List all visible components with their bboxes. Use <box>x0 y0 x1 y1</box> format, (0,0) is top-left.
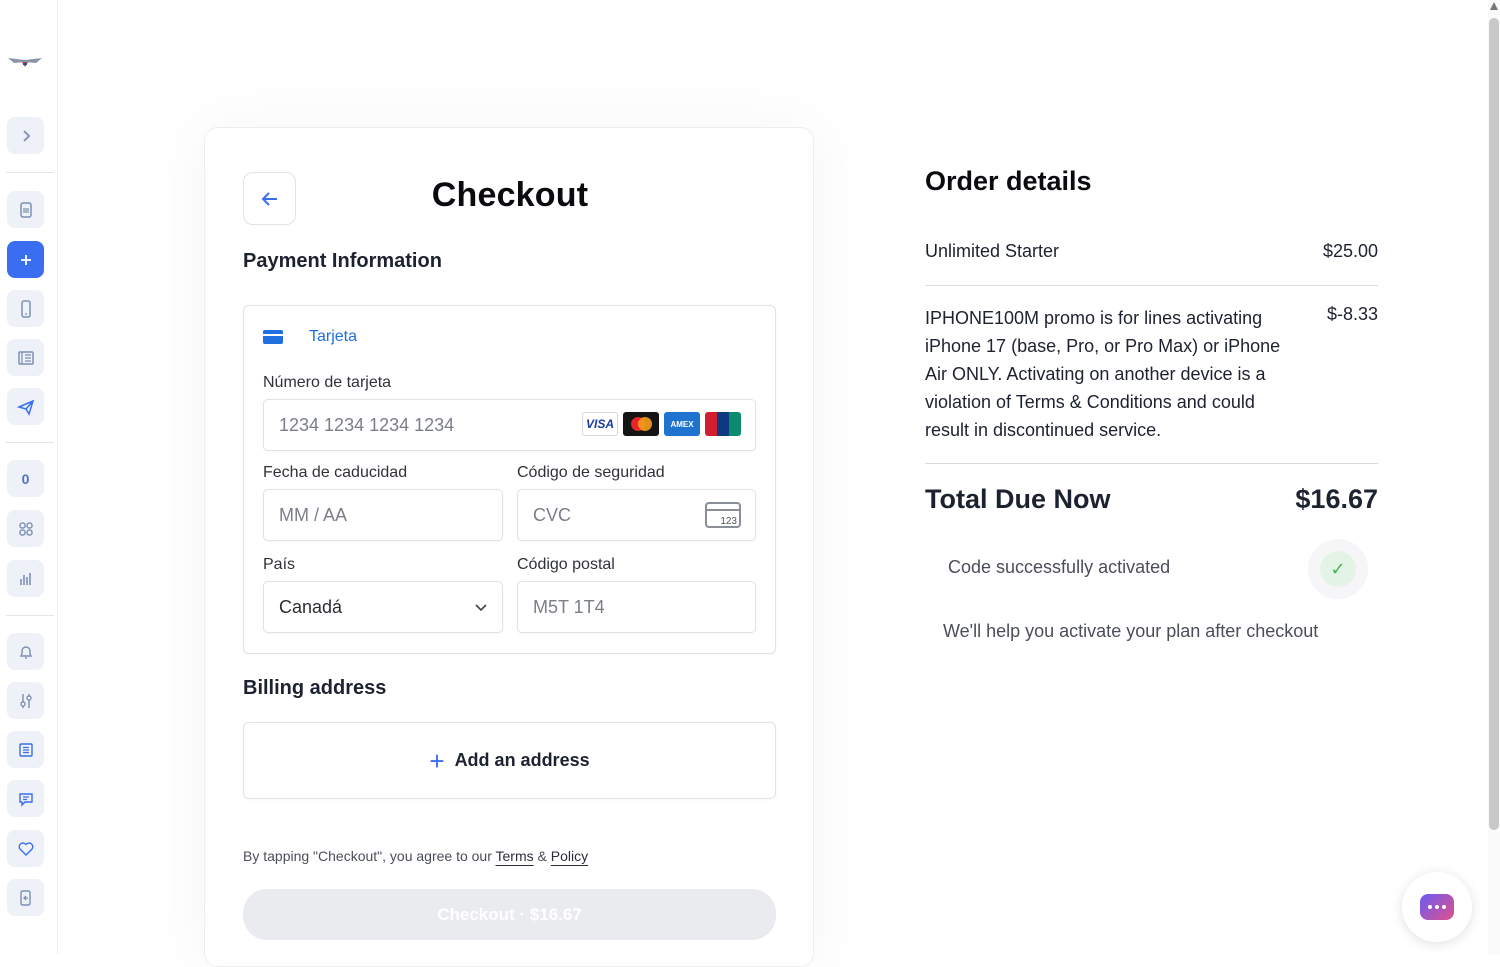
visa-icon: VISA <box>582 412 618 436</box>
bell-icon <box>19 645 32 659</box>
sidebar-item-messages[interactable] <box>7 780 44 817</box>
order-promo-item: IPHONE100M promo is for lines activating… <box>925 304 1378 444</box>
sidebar-item-list[interactable] <box>7 731 44 768</box>
mastercard-icon <box>623 412 659 436</box>
cvc-input[interactable]: CVC 123 <box>517 489 756 541</box>
chat-icon <box>18 792 33 807</box>
card-number-label: Número de tarjeta <box>263 374 392 391</box>
payment-heading: Payment Information <box>243 250 442 272</box>
postal-label: Código postal <box>517 556 615 573</box>
divider <box>925 285 1378 286</box>
counter-badge: 0 <box>21 470 30 487</box>
card-number-input[interactable]: 1234 1234 1234 1234 VISA AMEX <box>263 399 756 451</box>
terms-link[interactable]: Terms <box>496 848 534 864</box>
sidebar-item-usage[interactable] <box>7 560 44 597</box>
add-address-label: Add an address <box>454 750 590 770</box>
sidebar-divider <box>6 615 54 616</box>
receipt-icon <box>17 350 34 365</box>
cvc-placeholder: CVC <box>533 504 572 525</box>
country-value: Canadá <box>279 596 343 617</box>
payment-form: Tarjeta Número de tarjeta 1234 1234 1234… <box>243 305 776 654</box>
plus-icon: + <box>429 745 445 776</box>
help-text: We'll help you activate your plan after … <box>943 621 1319 641</box>
postal-input[interactable]: M5T 1T4 <box>517 581 756 633</box>
chat-widget-button[interactable] <box>1402 872 1472 942</box>
sidebar: 0 <box>0 0 58 954</box>
logout-icon <box>19 889 31 906</box>
sidebar-item-devices[interactable] <box>7 290 44 327</box>
sidebar-item-billing[interactable] <box>7 339 44 376</box>
list-icon <box>18 742 33 757</box>
promo-description: IPHONE100M promo is for lines activating… <box>925 308 1281 440</box>
order-details-title: Order details <box>925 166 1092 196</box>
sidebar-item-apps[interactable] <box>7 510 44 547</box>
promo-price: $-8.33 <box>1326 304 1378 324</box>
heart-icon <box>18 841 33 856</box>
total-row: Total Due Now $16.67 <box>925 484 1378 515</box>
bar-chart-icon <box>19 572 31 585</box>
sidebar-item-counter[interactable]: 0 <box>7 460 44 497</box>
sidebar-divider <box>6 172 54 173</box>
sidebar-item-favorites[interactable] <box>7 830 44 867</box>
postal-placeholder: M5T 1T4 <box>533 596 605 617</box>
phone-icon <box>20 299 31 318</box>
scrollbar[interactable] <box>1488 0 1500 954</box>
total-value: $16.67 <box>1295 484 1378 514</box>
sidebar-item-logout[interactable] <box>7 879 44 916</box>
sidebar-divider <box>6 442 54 443</box>
policy-link[interactable]: Policy <box>551 848 588 864</box>
terms-text: By tapping "Checkout", you agree to our … <box>243 848 588 864</box>
checkout-card: Checkout Payment Information Tarjeta Núm… <box>204 127 814 967</box>
checkout-button[interactable]: Checkout · $16.67 <box>243 889 776 940</box>
credit-card-icon <box>263 330 283 344</box>
tab-card[interactable]: Tarjeta <box>263 328 357 346</box>
item-name: Unlimited Starter <box>925 241 1060 261</box>
sidebar-item-travel[interactable] <box>7 388 44 425</box>
chevron-down-icon <box>475 604 487 612</box>
unionpay-icon <box>705 412 741 436</box>
scrollbar-thumb[interactable] <box>1489 18 1499 830</box>
arrow-left-icon <box>261 191 277 206</box>
grid-icon <box>18 521 33 536</box>
back-button[interactable] <box>243 172 296 225</box>
cvc-card-icon: 123 <box>705 502 741 528</box>
terms-prefix: By tapping "Checkout", you agree to our <box>243 848 492 864</box>
billing-heading: Billing address <box>243 677 387 699</box>
country-select[interactable]: Canadá <box>263 581 503 633</box>
expiry-placeholder: MM / AA <box>279 504 348 525</box>
order-line-item: Unlimited Starter $25.00 <box>925 241 1378 262</box>
page-title: Checkout <box>431 176 589 214</box>
terms-amp: & <box>537 848 547 864</box>
sidebar-item-settings[interactable] <box>7 682 44 719</box>
document-icon <box>19 201 32 218</box>
check-icon: ✓ <box>1320 551 1356 587</box>
sidebar-item-notifications[interactable] <box>7 633 44 670</box>
tab-card-label: Tarjeta <box>309 328 358 345</box>
sidebar-item-documents[interactable] <box>7 191 44 228</box>
expand-sidebar-button[interactable] <box>7 117 44 154</box>
amex-icon: AMEX <box>664 412 700 436</box>
logo-icon <box>8 58 42 67</box>
total-label: Total Due Now <box>925 484 1111 514</box>
chevron-right-icon <box>22 129 30 142</box>
expiry-input[interactable]: MM / AA <box>263 489 503 541</box>
divider <box>925 463 1378 464</box>
chat-bubble-icon <box>1420 894 1454 920</box>
sliders-icon <box>19 693 32 708</box>
card-brands: VISA AMEX <box>582 412 741 436</box>
add-address-button[interactable]: + Add an address <box>243 722 776 799</box>
sidebar-item-add[interactable] <box>7 241 44 278</box>
item-price: $25.00 <box>1322 241 1378 261</box>
country-label: País <box>263 556 296 573</box>
card-number-placeholder: 1234 1234 1234 1234 <box>279 414 455 435</box>
cvc-label: Código de seguridad <box>517 464 665 481</box>
airplane-icon <box>16 399 34 416</box>
plus-icon <box>20 254 31 265</box>
code-status: Code successfully activated <box>948 557 1171 577</box>
expiry-label: Fecha de caducidad <box>263 464 408 481</box>
scroll-up-arrow-icon[interactable] <box>1490 2 1498 10</box>
